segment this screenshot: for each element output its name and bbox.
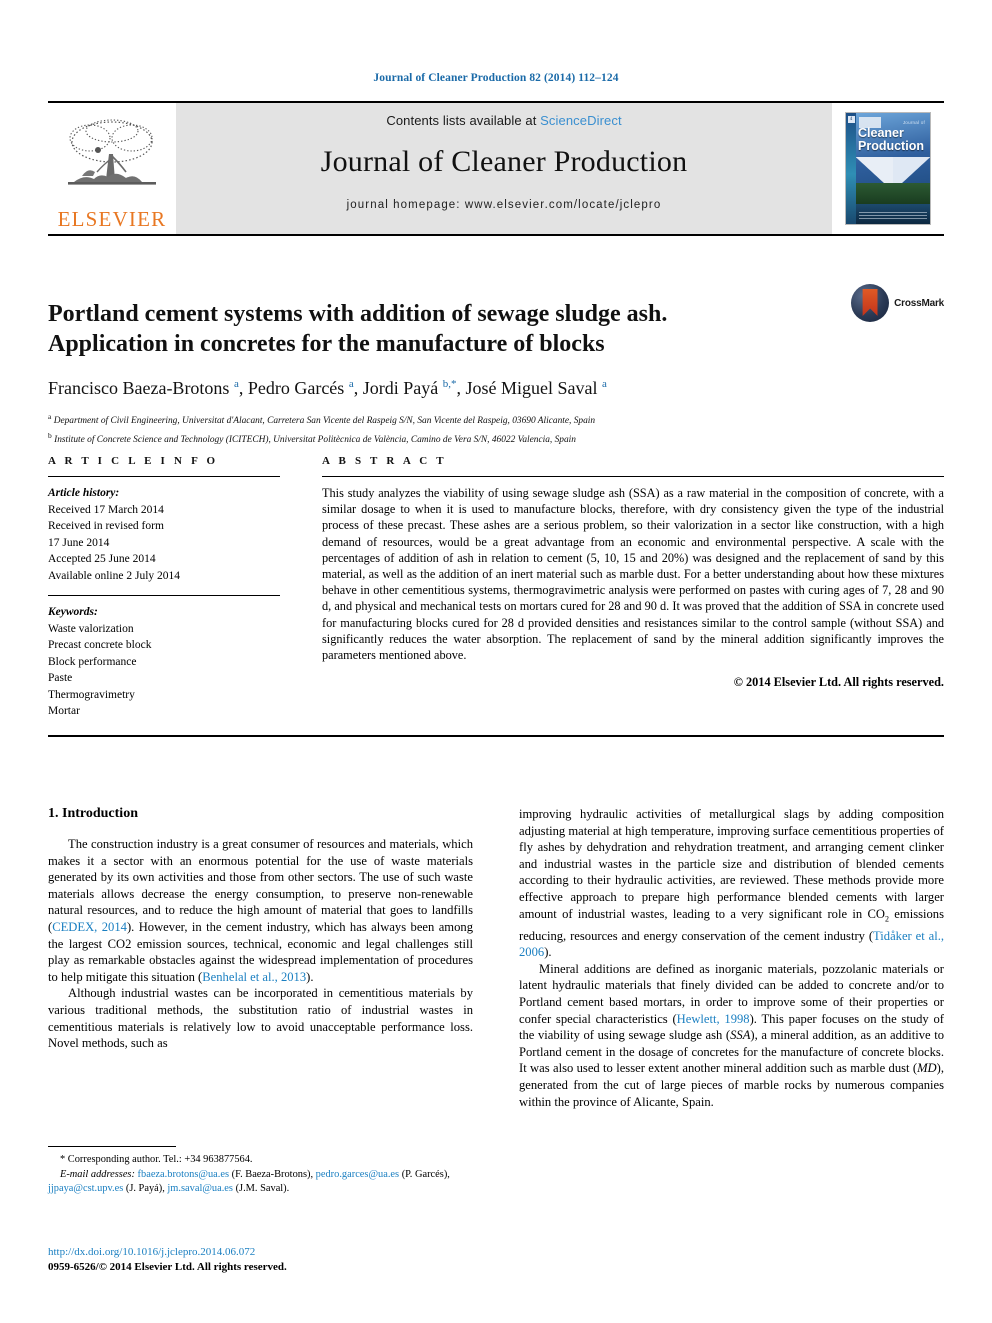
keyword-item: Precast concrete block xyxy=(48,639,152,651)
affiliation-b: b Institute of Concrete Science and Tech… xyxy=(48,430,576,445)
elsevier-tree-icon xyxy=(68,119,156,185)
crossmark-label: CrossMark xyxy=(894,297,944,309)
doi-block: http://dx.doi.org/10.1016/j.jclepro.2014… xyxy=(48,1245,473,1275)
email-addresses-note: E-mail addresses: fbaeza.brotons@ua.es (… xyxy=(48,1168,473,1197)
paragraph: improving hydraulic activities of metall… xyxy=(519,806,944,961)
masthead-rule-bottom xyxy=(48,234,944,236)
email-owner: (F. Baeza-Brotons), xyxy=(229,1168,316,1180)
publisher-logo: ELSEVIER xyxy=(48,103,176,234)
article-info-column: A R T I C L E I N F O Article history: R… xyxy=(48,455,280,720)
email-owner: (J.M. Saval). xyxy=(232,1183,290,1195)
author-list: Francisco Baeza-Brotons a, Pedro Garcés … xyxy=(48,378,607,399)
email-owner: (J. Payá), xyxy=(123,1183,168,1195)
cover-title-line2: Production xyxy=(858,138,924,153)
paragraph-text: improving hydraulic activities of metall… xyxy=(519,807,944,921)
email-owner: (P. Garcés), xyxy=(399,1168,450,1180)
cover-title: Cleaner Production xyxy=(858,127,928,152)
abstract-heading: A B S T R A C T xyxy=(322,455,447,467)
citation-link[interactable]: CEDEX, 2014 xyxy=(52,920,127,934)
abbrev-ssa: SSA xyxy=(730,1028,751,1043)
history-item: Received 17 March 2014 xyxy=(48,503,164,516)
paragraph: Mineral additions are defined as inorgan… xyxy=(519,961,944,1110)
keywords-label: Keywords: xyxy=(48,606,98,618)
abstract-bottom-rule xyxy=(48,735,944,737)
affiliation-b-text: Institute of Concrete Science and Techno… xyxy=(54,434,576,445)
info-abstract-block: A R T I C L E I N F O Article history: R… xyxy=(48,455,944,720)
body-column-left: 1. Introduction The construction industr… xyxy=(48,806,473,1110)
keywords-list: Waste valorization Precast concrete bloc… xyxy=(48,621,280,720)
elsevier-wordmark: ELSEVIER xyxy=(57,207,167,231)
crossmark-icon xyxy=(851,284,890,322)
history-item: Accepted 25 June 2014 xyxy=(48,553,156,565)
article-history-label: Article history: xyxy=(48,487,120,499)
running-head: Journal of Cleaner Production 82 (2014) … xyxy=(373,72,619,84)
doi-link[interactable]: http://dx.doi.org/10.1016/j.jclepro.2014… xyxy=(48,1245,473,1260)
history-item: Received in revised form xyxy=(48,520,164,532)
article-info-heading: A R T I C L E I N F O xyxy=(48,455,219,467)
history-item: Available online 2 July 2014 xyxy=(48,569,181,582)
abstract-text: This study analyzes the viability of usi… xyxy=(322,486,944,663)
page-title: Portland cement systems with addition of… xyxy=(48,299,748,359)
title-line-1: Portland cement systems with addition of… xyxy=(48,301,668,328)
info-divider-top xyxy=(48,476,280,477)
keyword-item: Mortar xyxy=(48,705,80,717)
journal-cover-container: 4 Journal of Cleaner Production xyxy=(832,103,944,234)
keyword-item: Thermogravimetry xyxy=(48,688,135,701)
cover-journal-of-text: Journal of xyxy=(902,120,925,125)
contents-prefix: Contents lists available at xyxy=(386,113,541,128)
paragraph-text: ). xyxy=(544,945,552,960)
journal-masthead: ELSEVIER Contents lists available at Sci… xyxy=(48,101,944,236)
history-item: 17 June 2014 xyxy=(48,536,110,549)
cover-issue-badge: 4 xyxy=(847,116,855,123)
paragraph: Although industrial wastes can be incorp… xyxy=(48,986,473,1051)
article-title-block: CrossMark Portland cement systems with a… xyxy=(48,283,944,447)
paragraph-text: ). xyxy=(306,969,314,984)
email-link[interactable]: jjpaya@cst.upv.es xyxy=(48,1183,123,1194)
body-columns: 1. Introduction The construction industr… xyxy=(48,806,944,1110)
email-link[interactable]: pedro.garces@ua.es xyxy=(316,1169,399,1180)
section-heading-introduction: 1. Introduction xyxy=(48,806,138,821)
paper-page: Journal of Cleaner Production 82 (2014) … xyxy=(0,0,992,1323)
paragraph: The construction industry is a great con… xyxy=(48,836,473,985)
affiliation-a-text: Department of Civil Engineering, Univers… xyxy=(53,416,596,427)
email-link[interactable]: jm.saval@ua.es xyxy=(167,1183,233,1194)
journal-title: Journal of Cleaner Production xyxy=(320,145,688,178)
abstract-copyright: © 2014 Elsevier Ltd. All rights reserved… xyxy=(733,675,944,690)
abstract-divider xyxy=(322,476,944,477)
keyword-item: Paste xyxy=(48,672,73,684)
cover-caption-lines xyxy=(859,212,927,221)
title-line-2: Application in concretes for the manufac… xyxy=(48,331,605,358)
abstract-column: A B S T R A C T This study analyzes the … xyxy=(322,455,944,720)
cover-title-line1: Cleaner xyxy=(858,126,904,140)
footnote-block: * Corresponding author. Tel.: +34 963877… xyxy=(48,1146,473,1197)
keyword-item: Waste valorization xyxy=(48,622,134,635)
email-link[interactable]: fbaeza.brotons@ua.es xyxy=(138,1169,230,1180)
sciencedirect-link[interactable]: ScienceDirect xyxy=(540,113,622,128)
abbrev-md: MD xyxy=(917,1061,937,1076)
corresponding-author-note: * Corresponding author. Tel.: +34 963877… xyxy=(60,1154,253,1165)
citation-link[interactable]: Hewlett, 1998 xyxy=(677,1012,750,1026)
masthead-center-panel: Contents lists available at ScienceDirec… xyxy=(176,103,832,234)
crossmark-badge[interactable]: CrossMark xyxy=(851,284,944,322)
journal-homepage-link[interactable]: journal homepage: www.elsevier.com/locat… xyxy=(347,199,662,211)
contents-lists-line: Contents lists available at ScienceDirec… xyxy=(386,113,621,128)
citation-link[interactable]: Benhelal et al., 2013 xyxy=(202,970,306,984)
body-column-right: improving hydraulic activities of metall… xyxy=(519,806,944,1110)
keyword-item: Block performance xyxy=(48,655,137,668)
footnote-rule xyxy=(48,1146,176,1147)
article-history-list: Received 17 March 2014 Received in revis… xyxy=(48,502,280,585)
email-addresses-label: E-mail addresses: xyxy=(60,1168,135,1180)
crossmark-bookmark-shape xyxy=(862,289,878,316)
issn-copyright: 0959-6526/© 2014 Elsevier Ltd. All right… xyxy=(48,1261,287,1273)
affiliations: a Department of Civil Engineering, Unive… xyxy=(48,410,944,447)
cover-spine xyxy=(846,113,856,224)
info-divider-bottom xyxy=(48,595,280,596)
affiliation-a: a Department of Civil Engineering, Unive… xyxy=(48,412,596,427)
journal-cover-thumbnail: 4 Journal of Cleaner Production xyxy=(845,112,931,225)
